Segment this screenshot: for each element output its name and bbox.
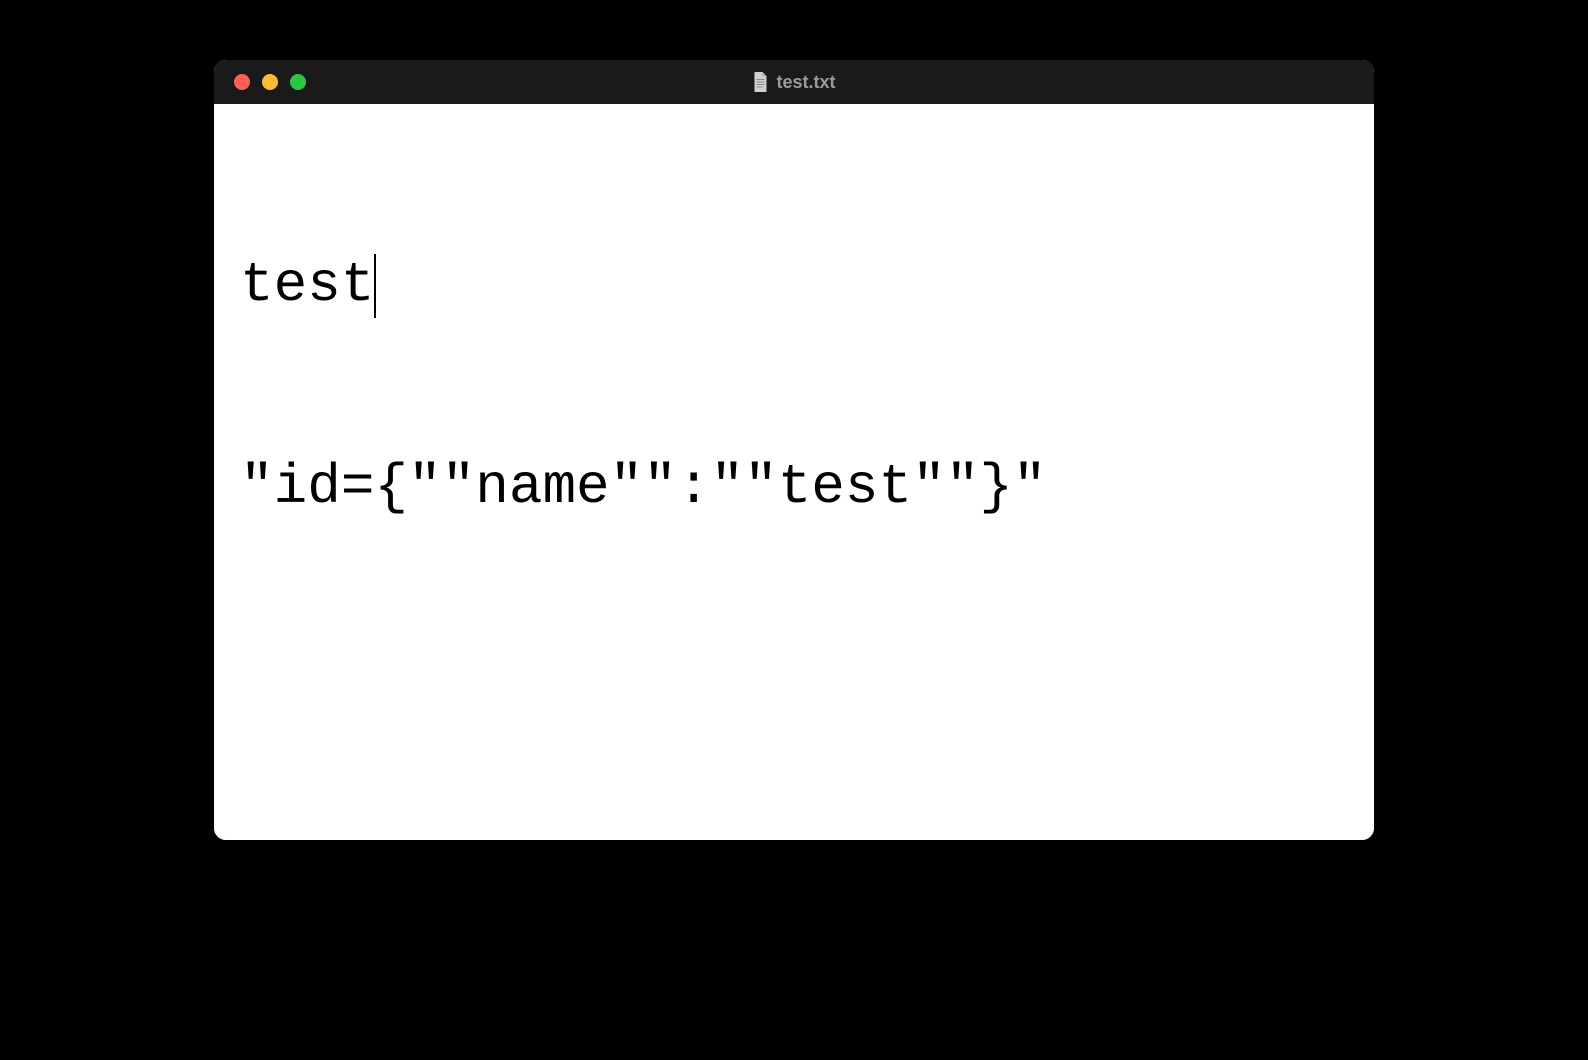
text-line-2: "id={""name"":""test""}" [240, 454, 1348, 521]
traffic-lights [214, 74, 306, 90]
text-cursor [374, 254, 376, 318]
text-line-1-content: test [240, 253, 374, 317]
text-editor-area[interactable]: test "id={""name"":""test""}" [214, 104, 1374, 840]
text-line-1: test [240, 252, 1348, 319]
window-title-group: test.txt [752, 72, 835, 93]
window-title: test.txt [776, 72, 835, 93]
document-icon [752, 72, 768, 92]
minimize-button[interactable] [262, 74, 278, 90]
app-window: test.txt test "id={""name"":""test""}" [214, 60, 1374, 840]
close-button[interactable] [234, 74, 250, 90]
titlebar[interactable]: test.txt [214, 60, 1374, 104]
maximize-button[interactable] [290, 74, 306, 90]
